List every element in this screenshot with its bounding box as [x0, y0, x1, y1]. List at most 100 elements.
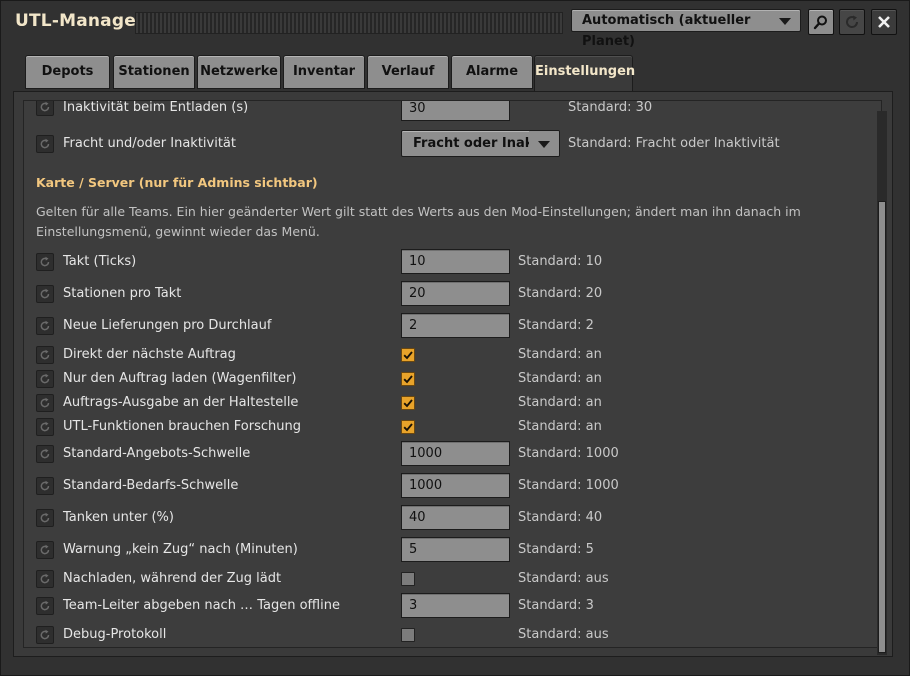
tab-stationen[interactable]: Stationen	[113, 55, 195, 89]
setting-number-input[interactable]: 1000	[401, 441, 510, 466]
setting-number-input[interactable]: 1000	[401, 473, 510, 498]
setting-default: Standard: aus	[518, 571, 609, 586]
reset-button[interactable]	[36, 101, 54, 116]
drag-handle[interactable]	[135, 12, 563, 34]
setting-default: Standard: an	[518, 371, 602, 386]
setting-label: Neue Lieferungen pro Durchlauf	[63, 318, 272, 333]
reset-button[interactable]	[36, 477, 54, 495]
reset-button[interactable]	[36, 394, 54, 412]
checkmark-icon	[403, 375, 413, 384]
setting-number-input[interactable]: 40	[401, 505, 510, 530]
tab-verlauf[interactable]: Verlauf	[367, 55, 449, 89]
chevron-down-icon	[779, 18, 791, 25]
setting-number-input[interactable]: 5	[401, 537, 510, 562]
reset-icon	[40, 256, 50, 267]
reset-icon	[40, 480, 50, 491]
setting-row: UTL-Funktionen brauchen Forschung Standar…	[24, 415, 881, 439]
setting-default: Standard: 30	[568, 100, 653, 115]
reset-icon	[40, 421, 50, 432]
reset-icon	[40, 101, 50, 112]
reset-button[interactable]	[36, 445, 54, 463]
setting-row: Standard-Angebots-Schwelle 1000 Standard: …	[24, 441, 881, 466]
reset-button[interactable]	[36, 285, 54, 303]
setting-number-input[interactable]: 20	[401, 281, 510, 306]
planet-select-label: Automatisch (aktueller Planet)	[582, 13, 751, 49]
reset-icon	[40, 373, 50, 384]
cargo-mode-dropdown[interactable]: Fracht oder Inaktivi	[401, 130, 560, 157]
reset-button[interactable]	[36, 346, 54, 364]
setting-number-input[interactable]: 30	[401, 101, 510, 121]
setting-checkbox[interactable]	[401, 420, 415, 434]
reset-button[interactable]	[36, 370, 54, 388]
reset-icon	[40, 349, 50, 360]
close-button[interactable]	[871, 9, 897, 35]
reset-button[interactable]	[36, 597, 54, 615]
reset-button[interactable]	[36, 570, 54, 588]
setting-label: Takt (Ticks)	[63, 254, 137, 269]
setting-default: Standard: 1000	[518, 478, 619, 493]
window-title: UTL-Manager	[15, 11, 145, 31]
reset-icon	[40, 544, 50, 555]
setting-label: Inaktivität beim Entladen (s)	[63, 100, 249, 115]
setting-row: Nur den Auftrag laden (Wagenfilter) Stand…	[24, 367, 881, 391]
planet-select[interactable]: Automatisch (aktueller Planet)	[571, 9, 801, 49]
setting-label: Debug-Protokoll	[63, 627, 167, 642]
setting-number-input[interactable]: 2	[401, 313, 510, 338]
setting-row: Auftrags-Ausgabe an der Haltestelle Stand…	[24, 391, 881, 415]
setting-default: Standard: an	[518, 419, 602, 434]
reset-icon	[40, 397, 50, 408]
scrollbar-thumb[interactable]	[878, 201, 886, 653]
setting-label: Auftrags-Ausgabe an der Haltestelle	[63, 395, 299, 410]
setting-checkbox[interactable]	[401, 572, 415, 586]
tab-netzwerke[interactable]: Netzwerke	[197, 55, 281, 89]
reset-button[interactable]	[36, 135, 54, 153]
setting-row: Warnung „kein Zug“ nach (Minuten) 5 Standa…	[24, 537, 881, 562]
reset-icon	[40, 448, 50, 459]
tab-alarme[interactable]: Alarme	[451, 55, 533, 89]
reset-button[interactable]	[36, 418, 54, 436]
reset-icon	[40, 512, 50, 523]
tab-inventar[interactable]: Inventar	[283, 55, 365, 89]
section-heading: Karte / Server (nur für Admins sichtbar)	[36, 175, 318, 190]
utl-manager-window: UTL-Manager Automatisch (aktueller Plane…	[0, 0, 910, 676]
reset-button[interactable]	[36, 253, 54, 271]
setting-row: Tanken unter (%) 40 Standard: 40	[24, 505, 881, 530]
reset-button[interactable]	[36, 509, 54, 527]
setting-row: Inaktivität beim Entladen (s) 30 Standar…	[24, 100, 881, 121]
setting-label: Team-Leiter abgeben nach … Tagen offline	[63, 598, 340, 613]
setting-checkbox[interactable]	[401, 628, 415, 642]
settings-scroll-area[interactable]: Inaktivität beim Entladen (s) 30 Standar…	[23, 100, 882, 648]
titlebar: UTL-Manager Automatisch (aktueller Plane…	[1, 1, 909, 49]
setting-row: Team-Leiter abgeben nach … Tagen offline…	[24, 593, 881, 618]
setting-number-input[interactable]: 3	[401, 593, 510, 618]
reset-icon	[40, 629, 50, 640]
setting-row: Fracht und/oder Inaktivität Fracht oder …	[24, 129, 881, 157]
setting-checkbox[interactable]	[401, 396, 415, 410]
setting-label: Nachladen, während der Zug lädt	[63, 571, 282, 586]
setting-label: Fracht und/oder Inaktivität	[63, 136, 236, 151]
setting-checkbox[interactable]	[401, 372, 415, 386]
checkmark-icon	[403, 423, 413, 432]
setting-default: Standard: 20	[518, 286, 603, 301]
setting-label: Warnung „kein Zug“ nach (Minuten)	[63, 542, 298, 557]
reset-button[interactable]	[36, 541, 54, 559]
reset-icon	[40, 288, 50, 299]
reset-icon	[40, 573, 50, 584]
setting-default: Standard: 1000	[518, 446, 619, 461]
setting-row: Debug-Protokoll Standard: aus	[24, 623, 881, 647]
refresh-button[interactable]	[839, 9, 865, 35]
setting-default: Standard: aus	[518, 627, 609, 642]
setting-label: Tanken unter (%)	[63, 510, 174, 525]
setting-number-input[interactable]: 10	[401, 249, 510, 274]
close-x-icon	[878, 16, 890, 28]
reset-icon	[40, 600, 50, 611]
setting-checkbox[interactable]	[401, 348, 415, 362]
reset-button[interactable]	[36, 626, 54, 644]
section-description: Gelten für alle Teams. Ein hier geändert…	[36, 204, 801, 239]
reset-button[interactable]	[36, 317, 54, 335]
tab-einstellungen[interactable]: Einstellungen	[534, 55, 635, 91]
tab-depots[interactable]: Depots	[25, 55, 110, 89]
search-button[interactable]	[808, 9, 834, 35]
setting-label: Stationen pro Takt	[63, 286, 182, 301]
setting-label: UTL-Funktionen brauchen Forschung	[63, 419, 301, 434]
